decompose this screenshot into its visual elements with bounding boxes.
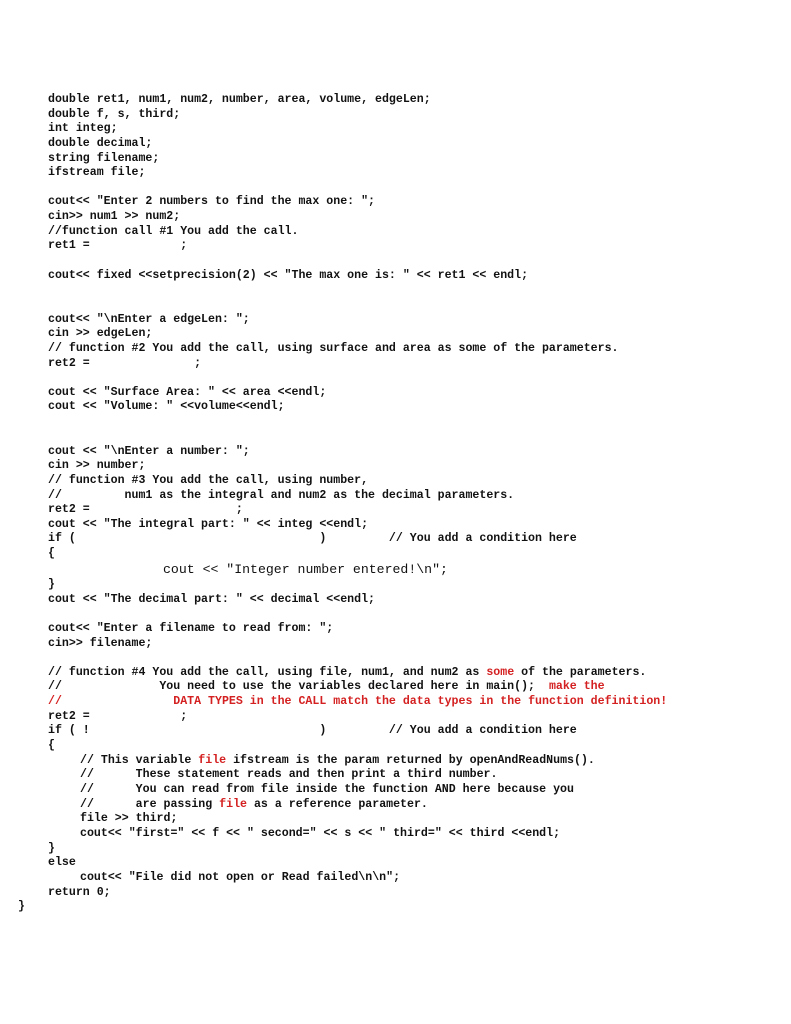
highlight-warning: DATA TYPES in the CALL match the data ty… [61, 695, 668, 708]
code-brace-open: { [48, 547, 55, 560]
code-comment: // function #3 You add the call, using n… [48, 474, 369, 487]
code-comment: // function #4 You add the call, using f… [48, 666, 646, 680]
code-line: cin >> edgeLen; [48, 327, 153, 340]
code-comment: // You can read from file inside the fun… [80, 783, 574, 796]
highlight-file: file [219, 798, 247, 811]
code-line-declare-integ: int integ; [48, 122, 118, 135]
comment-text: // function #4 You add the call, using f… [48, 666, 487, 679]
code-line: cout << "\nEnter a number: "; [48, 445, 250, 458]
code-line: cout<< "Enter 2 numbers to find the max … [48, 195, 375, 208]
comment-text: // You need to use the variables declare… [48, 680, 549, 693]
code-comment: // are passing file as a reference param… [80, 798, 428, 812]
comment-text: of the parameters. [514, 666, 647, 679]
code-comment: // You need to use the variables declare… [48, 680, 605, 694]
code-line-blank-call: ret2 = ; [48, 357, 202, 370]
code-line: cout << "The integral part: " << integ <… [48, 518, 369, 531]
code-line-declare-filename: string filename; [48, 152, 160, 165]
code-comment-warning: // DATA TYPES in the CALL match the data… [48, 695, 667, 709]
code-line: cout << "Integer number entered!\n"; [163, 562, 448, 577]
code-line: cout<< "File did not open or Read failed… [80, 871, 401, 884]
comment-text: ifstream is the param returned by openAn… [226, 754, 595, 767]
code-comment: // function #2 You add the call, using s… [48, 342, 619, 355]
code-line: cin>> filename; [48, 637, 153, 650]
code-line-return: return 0; [48, 886, 111, 899]
code-comment: //function call #1 You add the call. [48, 225, 299, 238]
code-line: cout << "Surface Area: " << area <<endl; [48, 386, 327, 399]
comment-slashes: // [48, 695, 62, 708]
highlight-warning: make the [548, 680, 605, 693]
code-line: cout<< "\nEnter a edgeLen: "; [48, 313, 250, 326]
code-line: cout<< "Enter a filename to read from: "… [48, 622, 334, 635]
highlight-file: file [198, 754, 227, 767]
code-comment: // These statement reads and then print … [80, 768, 498, 781]
code-brace-open: { [48, 739, 55, 752]
code-line-declare-file: ifstream file; [48, 166, 146, 179]
code-line-blank-call: ret1 = ; [48, 239, 188, 252]
code-line-blank-call: ret2 = ; [48, 503, 243, 516]
code-comment: // num1 as the integral and num2 as the … [48, 489, 515, 502]
code-line-declare-doubles: double ret1, num1, num2, number, area, v… [48, 93, 431, 106]
code-line-if-condition: if ( ! ) // You add a condition here [48, 724, 577, 737]
code-line-if-condition: if ( ) // You add a condition here [48, 532, 577, 545]
code-line: cout << "Volume: " <<volume<<endl; [48, 400, 285, 413]
code-brace-close: } [48, 842, 55, 855]
code-line: cout<< "first=" << f << " second=" << s … [80, 827, 561, 840]
code-line: file >> third; [80, 812, 178, 825]
code-line: cin >> number; [48, 459, 146, 472]
highlight-some: some [486, 666, 515, 679]
code-line-else: else [48, 856, 76, 869]
code-line-blank-call: ret2 = ; [48, 710, 188, 723]
code-brace-close-main: } [18, 900, 25, 913]
comment-text: as a reference parameter. [247, 798, 428, 811]
comment-text: // This variable [80, 754, 199, 767]
code-line: cout<< fixed <<setprecision(2) << "The m… [48, 269, 529, 282]
code-line-declare-fst: double f, s, third; [48, 108, 181, 121]
code-comment: // This variable file ifstream is the pa… [80, 754, 595, 768]
code-brace-close: } [48, 578, 55, 591]
code-line: cout << "The decimal part: " << decimal … [48, 593, 375, 606]
comment-text: // are passing [80, 798, 220, 811]
code-line: cin>> num1 >> num2; [48, 210, 181, 223]
code-line-declare-decimal: double decimal; [48, 137, 153, 150]
